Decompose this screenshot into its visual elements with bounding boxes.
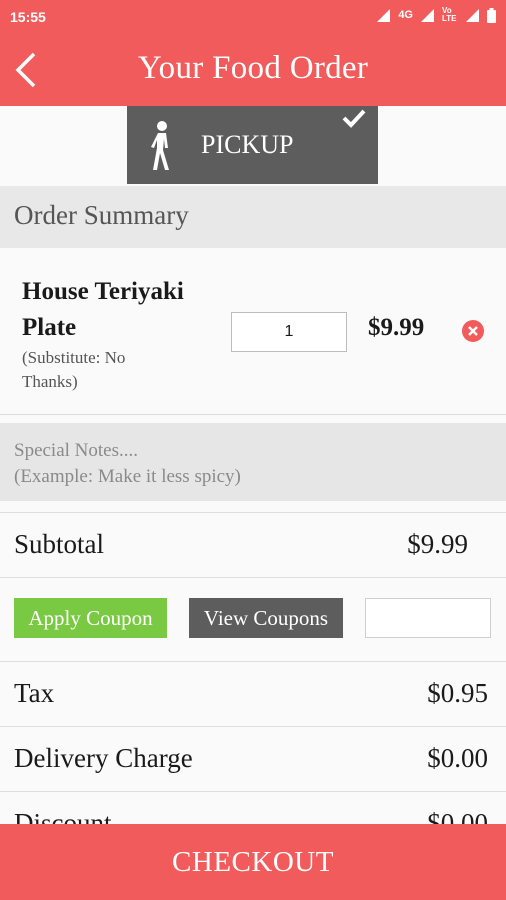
pickup-label: PICKUP: [201, 130, 294, 159]
coupon-code-input[interactable]: [365, 598, 491, 638]
battery-icon: [487, 7, 496, 23]
special-notes-field[interactable]: Special Notes.... (Example: Make it less…: [0, 423, 506, 501]
subtotal-value: $9.99: [407, 529, 468, 559]
order-summary-header: Order Summary: [0, 186, 506, 248]
checkmark-icon: [342, 109, 366, 128]
delivery-charge-value: $0.00: [427, 743, 488, 773]
order-summary-title: Order Summary: [14, 200, 189, 230]
walking-person-icon: [151, 121, 169, 170]
delivery-charge-row: Delivery Charge $0.00: [0, 726, 506, 791]
tax-row: Tax $0.95: [0, 661, 506, 726]
item-substitute-note: (Substitute: No Thanks): [22, 348, 126, 391]
apply-coupon-button[interactable]: Apply Coupon: [14, 598, 167, 638]
item-name: House Teriyaki Plate: [22, 278, 184, 341]
network-type: 4G: [398, 9, 413, 21]
volte-badge: Vo LTE: [442, 6, 457, 23]
checkout-button[interactable]: CHECKOUT: [0, 824, 506, 900]
tax-value: $0.95: [427, 678, 488, 708]
pickup-option[interactable]: PICKUP: [127, 106, 378, 184]
view-coupons-button[interactable]: View Coupons: [189, 598, 343, 638]
order-item: House Teriyaki Plate (Substitute: No Tha…: [0, 248, 506, 415]
status-bar: 15:55 4G Vo LTE: [0, 0, 506, 36]
signal-icon-2: [421, 8, 434, 22]
signal-icon-3: [466, 8, 479, 22]
delivery-charge-label: Delivery Charge: [14, 743, 193, 773]
page-title: Your Food Order: [137, 50, 369, 86]
status-icons: 4G Vo LTE: [377, 7, 496, 23]
subtotal-label: Subtotal: [14, 529, 105, 559]
tax-label: Tax: [14, 678, 55, 708]
coupon-row: Apply Coupon View Coupons: [0, 577, 506, 661]
quantity-input[interactable]: 1: [231, 312, 347, 352]
subtotal-row: Subtotal $9.99: [0, 512, 506, 577]
app-bar: Your Food Order: [0, 36, 506, 106]
item-price: $9.99: [368, 314, 425, 341]
checkout-label: CHECKOUT: [172, 846, 334, 878]
special-notes-placeholder: Special Notes....: [14, 440, 139, 461]
signal-icon: [377, 8, 391, 22]
status-time: 15:55: [10, 9, 46, 25]
special-notes-example: (Example: Make it less spicy): [14, 466, 241, 487]
remove-item-icon[interactable]: [462, 320, 484, 342]
